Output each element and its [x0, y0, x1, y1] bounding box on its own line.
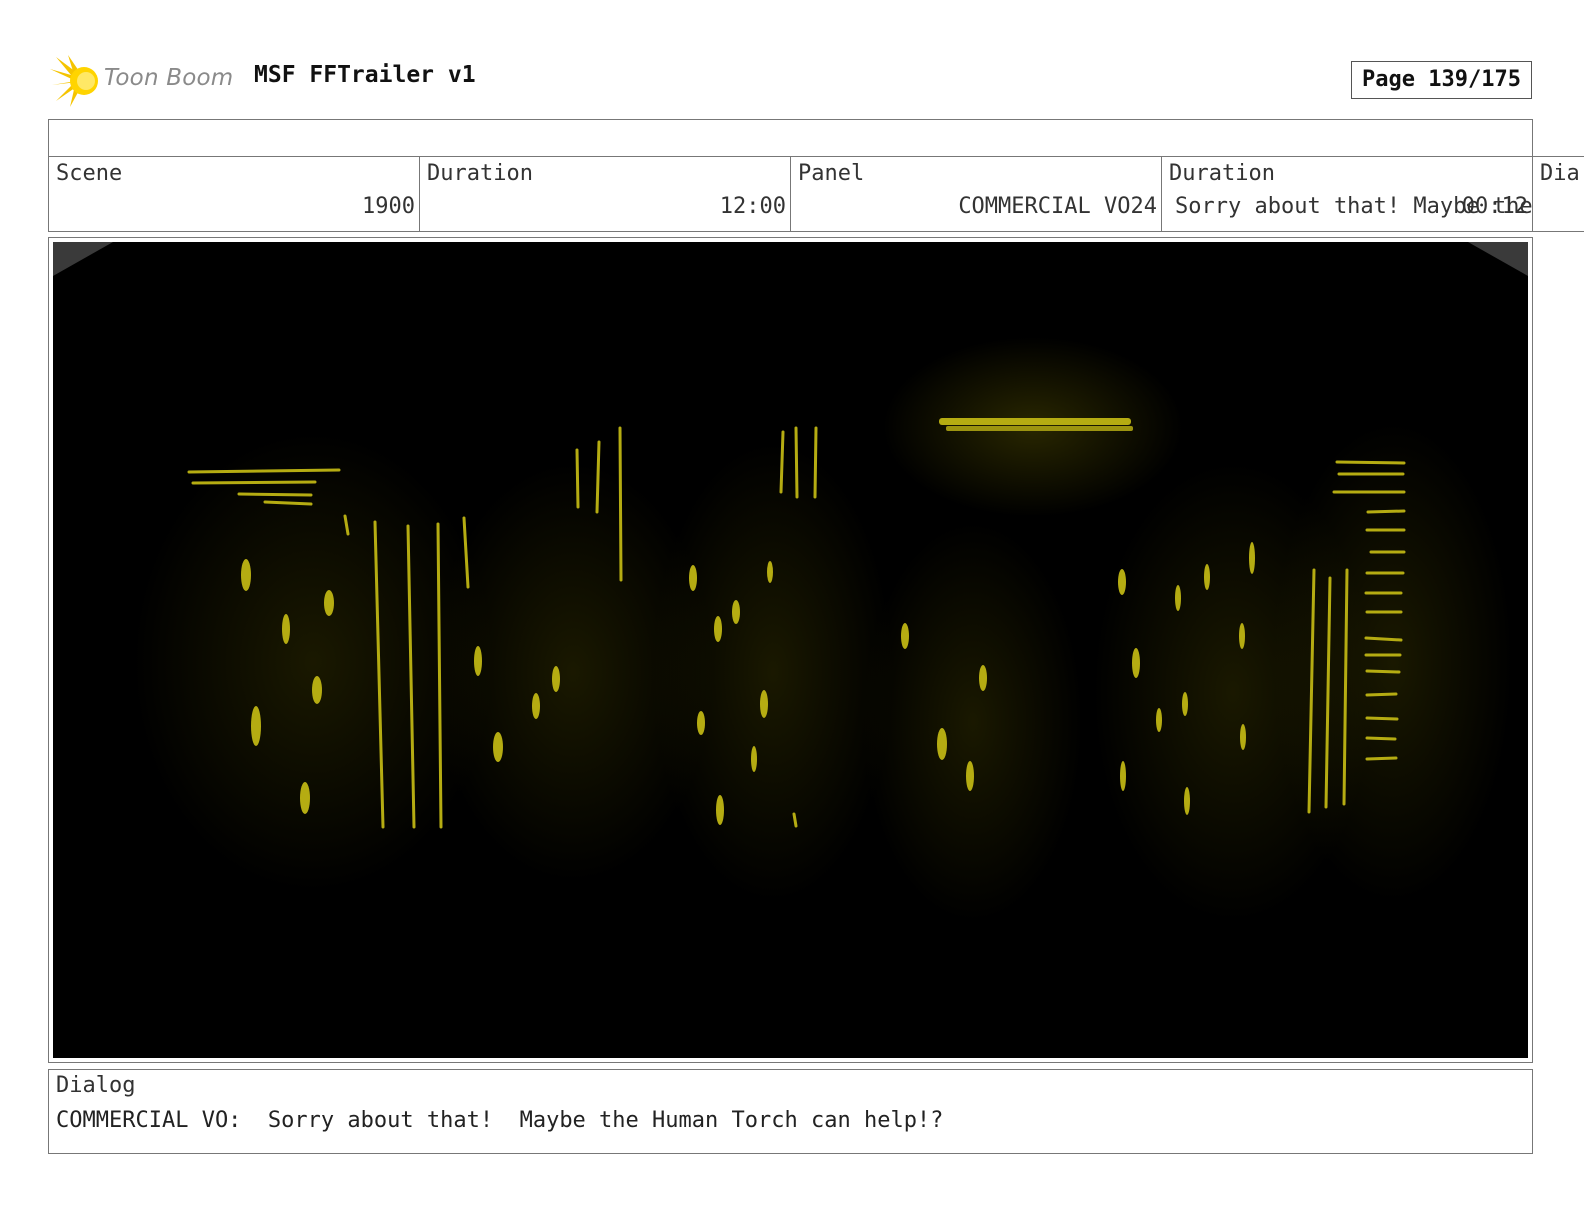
- empty-header-row: [48, 119, 1533, 157]
- dialog-label: Dialog: [56, 1073, 136, 1098]
- panel-label: Panel: [798, 161, 865, 186]
- duration-value: 12:00: [719, 194, 786, 219]
- info-row: Scene 1900 Duration 12:00 Panel COMMERCI…: [48, 156, 1584, 232]
- panel-cell: Panel COMMERCIAL VO24: [790, 156, 1162, 232]
- page-number: Page 139/175: [1351, 61, 1532, 99]
- scene-value: 1900: [362, 194, 415, 219]
- sky-sign-light: [939, 418, 1133, 431]
- toon-boom-logo: Toon Boom: [50, 55, 240, 107]
- panel-drawing: [53, 242, 1528, 1058]
- dialog-col-cell: Dia: [1532, 156, 1584, 232]
- storyboard-panel: [48, 237, 1533, 1063]
- scene-cell: Scene 1900: [48, 156, 420, 232]
- panel-duration-label: Duration: [1169, 161, 1275, 186]
- scene-label: Scene: [56, 161, 123, 186]
- project-title: MSF FFTrailer v1: [254, 62, 476, 88]
- dialog-col-label: Dia: [1540, 161, 1580, 186]
- dialog-text: COMMERCIAL VO: Sorry about that! Maybe t…: [56, 1108, 944, 1133]
- panel-duration-cell: Duration Sorry about that! Maybe the 00:…: [1161, 156, 1533, 232]
- dialog-box: Dialog COMMERCIAL VO: Sorry about that! …: [48, 1069, 1533, 1154]
- logo-text: Toon Boom: [104, 65, 234, 91]
- panel-duration-value: 00:12: [1461, 194, 1528, 219]
- starburst-icon: [50, 55, 98, 107]
- duration-label: Duration: [427, 161, 533, 186]
- panel-value: COMMERCIAL VO24: [958, 194, 1157, 219]
- duration-cell: Duration 12:00: [419, 156, 791, 232]
